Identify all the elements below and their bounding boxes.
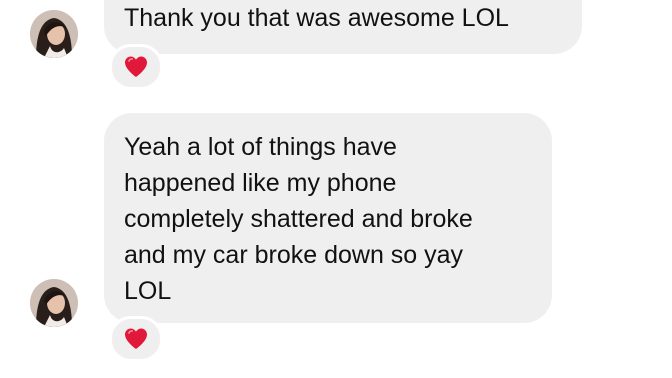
message-text: Thank you that was awesome LOL <box>124 4 509 32</box>
sender-avatar[interactable] <box>30 10 78 58</box>
message-bubble[interactable]: Yeah a lot of things have happened like … <box>104 113 552 323</box>
reaction-badge[interactable] <box>109 44 163 90</box>
red-heart-icon <box>125 328 147 349</box>
avatar-photo <box>30 279 78 327</box>
red-heart-icon <box>125 56 147 77</box>
message-bubble[interactable]: Thank you that was awesome LOL <box>104 0 582 54</box>
sender-avatar[interactable] <box>30 279 78 327</box>
reaction-badge[interactable] <box>109 316 163 362</box>
message-text: Yeah a lot of things have happened like … <box>124 133 473 305</box>
avatar-photo <box>30 10 78 58</box>
